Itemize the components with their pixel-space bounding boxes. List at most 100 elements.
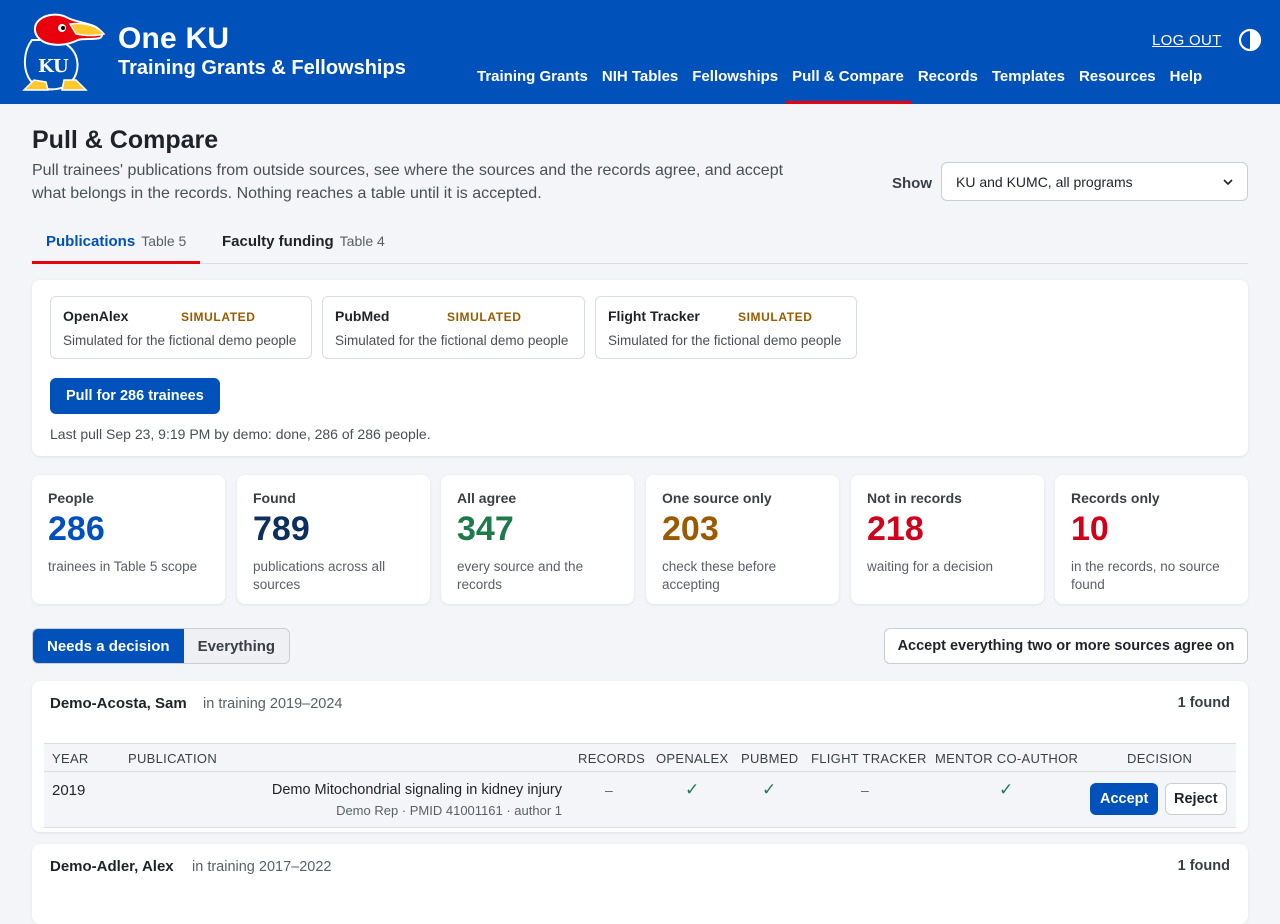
person-training-dates: in training 2019–2024: [203, 696, 343, 712]
pub-title: Demo Mitochondrial signaling in kidney i…: [271, 782, 562, 798]
main-nav: Training Grants NIH Tables Fellowships P…: [470, 66, 1209, 104]
stat-value: 10: [1071, 510, 1109, 548]
svg-text:KU: KU: [38, 56, 69, 77]
stat-records-only: Records only 10 in the records, no sourc…: [1055, 475, 1248, 604]
chevron-down-icon: [1223, 178, 1233, 185]
source-tag: SIMULATED: [181, 310, 256, 324]
logout-link[interactable]: LOG OUT: [1152, 32, 1222, 49]
show-label: Show: [892, 175, 932, 192]
stat-note: in the records, no source found: [1071, 559, 1220, 592]
stat-note: trainees in Table 5 scope: [48, 559, 198, 574]
table-row: 2019 Demo Mitochondrial signaling in kid…: [44, 772, 1236, 828]
stat-note: waiting for a decision: [867, 559, 994, 574]
stat-label: Not in records: [867, 490, 962, 506]
col-year: YEAR: [52, 751, 89, 766]
stat-label: Records only: [1071, 490, 1160, 506]
source-name: OpenAlex: [63, 308, 129, 324]
jayhawk-logo-icon: KU: [22, 13, 106, 91]
brand-subtitle: Training Grants & Fellowships: [118, 57, 406, 79]
person-training-dates: in training 2017–2022: [192, 859, 332, 875]
page-description: Pull trainees' publications from outside…: [32, 162, 784, 202]
table-header-row: YEAR PUBLICATION RECORDS OPENALEX PUBMED…: [44, 743, 1236, 772]
tab-bar: Publications Table 5 Faculty funding Table…: [32, 222, 1248, 264]
stat-value: 203: [662, 510, 719, 548]
stat-one-source: One source only 203 check these before a…: [646, 475, 839, 604]
col-pubmed: PUBMED: [741, 751, 799, 766]
openalex-check-icon: ✓: [685, 780, 700, 799]
stat-label: People: [48, 490, 94, 506]
last-pull-status: Last pull Sep 23, 9:19 PM by demo: done,…: [50, 426, 431, 442]
needs-decision-button[interactable]: Needs a decision: [33, 629, 184, 663]
stat-value: 789: [253, 510, 310, 548]
source-desc: Simulated for the fictional demo people: [608, 333, 842, 348]
accept-agreed-button[interactable]: Accept everything two or more sources ag…: [884, 628, 1248, 664]
person-name: Demo-Adler, Alex: [50, 858, 174, 875]
stat-value: 286: [48, 510, 105, 548]
pub-year: 2019: [52, 782, 86, 799]
page-title: Pull & Compare: [32, 126, 219, 154]
stat-note: publications across all sources: [253, 559, 386, 592]
person-found-count: 1 found: [1177, 695, 1230, 711]
records-status: –: [605, 782, 613, 798]
person-found-count: 1 found: [1177, 858, 1230, 874]
source-desc: Simulated for the fictional demo people: [335, 333, 569, 348]
stat-all-agree: All agree 347 every source and the recor…: [441, 475, 634, 604]
source-name: Flight Tracker: [608, 308, 700, 324]
scope-select[interactable]: KU and KUMC, all programs: [941, 162, 1248, 201]
nav-training-grants[interactable]: Training Grants: [470, 66, 595, 104]
source-tag: SIMULATED: [447, 310, 522, 324]
col-mentor-coauthor: MENTOR CO-AUTHOR: [935, 751, 1079, 766]
person-name: Demo-Acosta, Sam: [50, 695, 187, 712]
tab-faculty-funding[interactable]: Faculty funding Table 4: [208, 222, 399, 264]
accept-button[interactable]: Accept: [1090, 783, 1159, 815]
mentor-check-icon: ✓: [999, 780, 1014, 799]
tab-publications-label: Publications: [46, 233, 136, 250]
flight-tracker-status: –: [861, 782, 869, 798]
everything-button[interactable]: Everything: [183, 629, 290, 663]
reject-button[interactable]: Reject: [1165, 783, 1227, 815]
pubmed-check-icon: ✓: [762, 780, 777, 799]
stat-note: every source and the records: [457, 559, 584, 592]
pub-meta: Demo Rep · PMID 41001161 · author 1: [336, 803, 562, 818]
source-openalex: OpenAlex SIMULATED Simulated for the fic…: [50, 296, 312, 359]
tab-publications-sub: Table 5: [141, 233, 187, 249]
contrast-toggle-icon[interactable]: [1238, 28, 1262, 52]
stat-found: Found 789 publications across all source…: [237, 475, 430, 604]
source-name: PubMed: [335, 308, 390, 324]
stat-label: One source only: [662, 490, 772, 506]
nav-fellowships[interactable]: Fellowships: [685, 66, 785, 104]
tab-faculty-funding-label: Faculty funding: [222, 233, 334, 250]
source-desc: Simulated for the fictional demo people: [63, 333, 297, 348]
stat-label: Found: [253, 490, 296, 506]
col-publication: PUBLICATION: [128, 751, 218, 766]
stat-value: 218: [867, 510, 924, 548]
nav-nih-tables[interactable]: NIH Tables: [595, 66, 685, 104]
pull-button[interactable]: Pull for 286 trainees: [50, 378, 220, 414]
col-flight-tracker: FLIGHT TRACKER: [811, 751, 927, 766]
source-pubmed: PubMed SIMULATED Simulated for the ficti…: [322, 296, 585, 359]
stat-note: check these before accepting: [662, 559, 777, 592]
source-flight-tracker: Flight Tracker SIMULATED Simulated for t…: [595, 296, 857, 359]
stat-people: People 286 trainees in Table 5 scope: [32, 475, 225, 604]
col-openalex: OPENALEX: [656, 751, 729, 766]
tab-faculty-funding-sub: Table 4: [339, 233, 385, 249]
person-card: Demo-Acosta, Sam in training 2019–2024 1…: [32, 681, 1248, 832]
col-records: RECORDS: [578, 751, 646, 766]
nav-pull-compare[interactable]: Pull & Compare: [785, 66, 911, 104]
nav-templates[interactable]: Templates: [985, 66, 1072, 104]
tab-publications[interactable]: Publications Table 5: [32, 222, 201, 264]
stat-value: 347: [457, 510, 514, 548]
brand-title[interactable]: One KU: [118, 22, 229, 56]
col-decision: DECISION: [1127, 751, 1193, 766]
source-tag: SIMULATED: [738, 310, 813, 324]
decision-filter-toggle: Needs a decision Everything: [32, 628, 291, 664]
nav-records[interactable]: Records: [911, 66, 985, 104]
person-card: Demo-Adler, Alex in training 2017–2022 1…: [32, 844, 1248, 924]
site-header: KU One KU Training Grants & Fellowships …: [0, 0, 1280, 104]
nav-help[interactable]: Help: [1163, 66, 1210, 104]
scope-select-value: KU and KUMC, all programs: [956, 173, 1133, 190]
publication-table: YEAR PUBLICATION RECORDS OPENALEX PUBMED…: [44, 743, 1236, 828]
stat-not-in-records: Not in records 218 waiting for a decisio…: [851, 475, 1044, 604]
nav-resources[interactable]: Resources: [1072, 66, 1163, 104]
stat-label: All agree: [457, 490, 517, 506]
